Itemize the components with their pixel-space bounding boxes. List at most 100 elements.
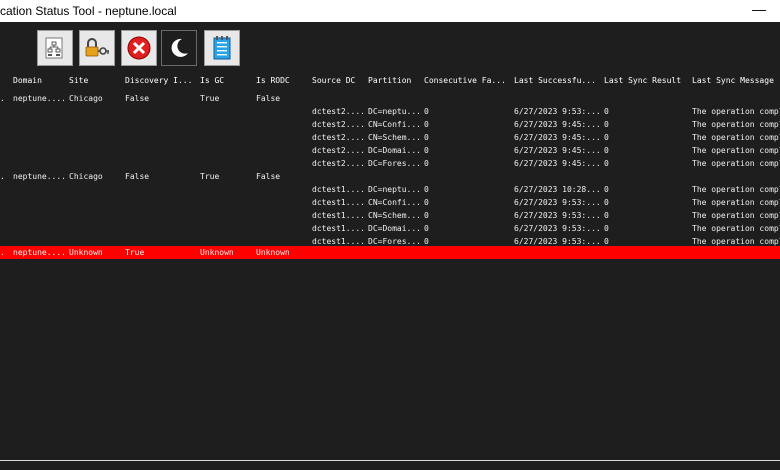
table-row-error[interactable]: . neptune.... Unknown True Unknown Unknown <box>0 246 780 259</box>
dark-mode-button[interactable] <box>161 30 197 66</box>
cell-partition: CN=Schem... <box>368 211 421 220</box>
cell-last-successful: 6/27/2023 9:53:... <box>514 198 601 207</box>
cell-partition: CN=Confi... <box>368 198 421 207</box>
table-row-partition[interactable]: dctest1.... CN=Schem... 0 6/27/2023 9:53:..… <box>0 209 780 222</box>
cell-source-dc: dctest1.... <box>312 211 365 220</box>
cell-discovery: False <box>125 94 150 103</box>
cell-partition: DC=neptu... <box>368 185 421 194</box>
column-header-last-sync-message[interactable]: Last Sync Message <box>692 74 780 87</box>
cell-name: . <box>0 94 5 103</box>
cell-site: Chicago <box>69 172 103 181</box>
key-lock-button[interactable] <box>79 30 115 66</box>
cell-last-successful: 6/27/2023 9:53:... <box>514 107 601 116</box>
minimize-button[interactable]: — <box>744 0 774 22</box>
notepad-icon <box>213 36 231 60</box>
cell-source-dc: dctest1.... <box>312 198 365 207</box>
cell-discovery: True <box>125 248 145 257</box>
replication-grid[interactable]: Domain Site Discovery I... Is GC Is RODC… <box>0 72 780 460</box>
cell-consecutive-failures: 0 <box>424 224 429 233</box>
cell-is-rodc: Unknown <box>256 248 290 257</box>
column-header-source-dc[interactable]: Source DC <box>312 74 367 87</box>
table-row-partition[interactable]: dctest1.... CN=Confi... 0 6/27/2023 9:53:..… <box>0 196 780 209</box>
cell-source-dc: dctest2.... <box>312 120 365 129</box>
notepad-button[interactable] <box>204 30 240 66</box>
cell-last-sync-message: The operation comple <box>692 146 780 155</box>
table-row-partition[interactable]: dctest2.... DC=Fores... 0 6/27/2023 9:45:..… <box>0 157 780 170</box>
cell-consecutive-failures: 0 <box>424 211 429 220</box>
cell-last-sync-result: 0 <box>604 224 609 233</box>
cell-last-sync-message: The operation comple <box>692 107 780 116</box>
cell-consecutive-failures: 0 <box>424 120 429 129</box>
cell-source-dc: dctest2.... <box>312 146 365 155</box>
cell-last-successful: 6/27/2023 9:45:... <box>514 133 601 142</box>
cell-partition: DC=Domai... <box>368 146 421 155</box>
cell-last-sync-result: 0 <box>604 133 609 142</box>
table-row-partition[interactable]: dctest1.... DC=neptu... 0 6/27/2023 10:28..… <box>0 183 780 196</box>
cell-last-successful: 6/27/2023 9:45:... <box>514 159 601 168</box>
cell-site: Unknown <box>69 248 103 257</box>
cell-partition: CN=Schem... <box>368 133 421 142</box>
cell-partition: DC=Fores... <box>368 159 421 168</box>
table-row-partition[interactable]: dctest2.... DC=neptu... 0 6/27/2023 9:53:..… <box>0 105 780 118</box>
cell-last-sync-message: The operation comple <box>692 198 780 207</box>
table-row-dc[interactable]: . neptune.... Chicago False True False <box>0 170 780 183</box>
window-title: cation Status Tool - neptune.local <box>0 4 177 18</box>
cell-is-gc: Unknown <box>200 248 234 257</box>
column-header-site[interactable]: Site <box>69 74 124 87</box>
cell-last-successful: 6/27/2023 9:45:... <box>514 120 601 129</box>
cell-source-dc: dctest2.... <box>312 133 365 142</box>
cell-last-sync-result: 0 <box>604 185 609 194</box>
table-row-partition[interactable]: dctest2.... CN=Schem... 0 6/27/2023 9:45:..… <box>0 131 780 144</box>
column-header-domain[interactable]: Domain <box>13 74 68 87</box>
network-report-button[interactable] <box>37 30 73 66</box>
cell-last-sync-message: The operation comple <box>692 224 780 233</box>
cell-is-gc: True <box>200 172 220 181</box>
cell-last-sync-result: 0 <box>604 211 609 220</box>
column-header-consecutive-failures[interactable]: Consecutive Fa... <box>424 74 510 87</box>
cell-last-sync-message: The operation comple <box>692 211 780 220</box>
table-row-partition[interactable]: dctest1.... DC=Domai... 0 6/27/2023 9:53:..… <box>0 222 780 235</box>
network-report-icon <box>45 37 63 59</box>
cell-site: Chicago <box>69 94 103 103</box>
cell-last-sync-result: 0 <box>604 107 609 116</box>
column-header-partition[interactable]: Partition <box>368 74 422 87</box>
table-row-partition[interactable]: dctest2.... DC=Domai... 0 6/27/2023 9:45:..… <box>0 144 780 157</box>
grid-header: Domain Site Discovery I... Is GC Is RODC… <box>0 74 780 87</box>
cell-source-dc: dctest2.... <box>312 159 365 168</box>
cell-is-rodc: False <box>256 172 281 181</box>
title-bar: cation Status Tool - neptune.local — <box>0 0 780 22</box>
cell-partition: DC=neptu... <box>368 107 421 116</box>
cell-source-dc: dctest1.... <box>312 185 365 194</box>
cell-consecutive-failures: 0 <box>424 146 429 155</box>
cell-last-sync-message: The operation comple <box>692 133 780 142</box>
toolbar <box>0 22 780 72</box>
cell-consecutive-failures: 0 <box>424 159 429 168</box>
cell-is-gc: True <box>200 94 220 103</box>
table-row-partition[interactable]: dctest2.... CN=Confi... 0 6/27/2023 9:45:..… <box>0 118 780 131</box>
cell-name: . <box>0 172 5 181</box>
cell-source-dc: dctest2.... <box>312 107 365 116</box>
stop-button[interactable] <box>121 30 157 66</box>
cell-name: . <box>0 248 5 257</box>
column-header-is-gc[interactable]: Is GC <box>200 74 254 87</box>
cell-last-sync-result: 0 <box>604 159 609 168</box>
column-header-is-rodc[interactable]: Is RODC <box>256 74 311 87</box>
cell-last-sync-message: The operation comple <box>692 159 780 168</box>
column-header-last-successful[interactable]: Last Successfu... <box>514 74 602 87</box>
cell-consecutive-failures: 0 <box>424 185 429 194</box>
cell-discovery: False <box>125 172 150 181</box>
cell-domain: neptune.... <box>13 94 66 103</box>
moon-icon <box>171 38 188 57</box>
cell-consecutive-failures: 0 <box>424 107 429 116</box>
cell-partition: DC=Domai... <box>368 224 421 233</box>
table-row-dc[interactable]: . neptune.... Chicago False True False <box>0 92 780 105</box>
cell-domain: neptune.... <box>13 248 66 257</box>
cell-last-sync-result: 0 <box>604 120 609 129</box>
cell-source-dc: dctest1.... <box>312 224 365 233</box>
column-header-discovery[interactable]: Discovery I... <box>125 74 198 87</box>
close-x-icon <box>127 36 151 60</box>
key-lock-icon <box>85 38 109 57</box>
cell-last-successful: 6/27/2023 9:53:... <box>514 211 601 220</box>
column-header-last-sync-result[interactable]: Last Sync Result <box>604 74 690 87</box>
cell-partition: CN=Confi... <box>368 120 421 129</box>
